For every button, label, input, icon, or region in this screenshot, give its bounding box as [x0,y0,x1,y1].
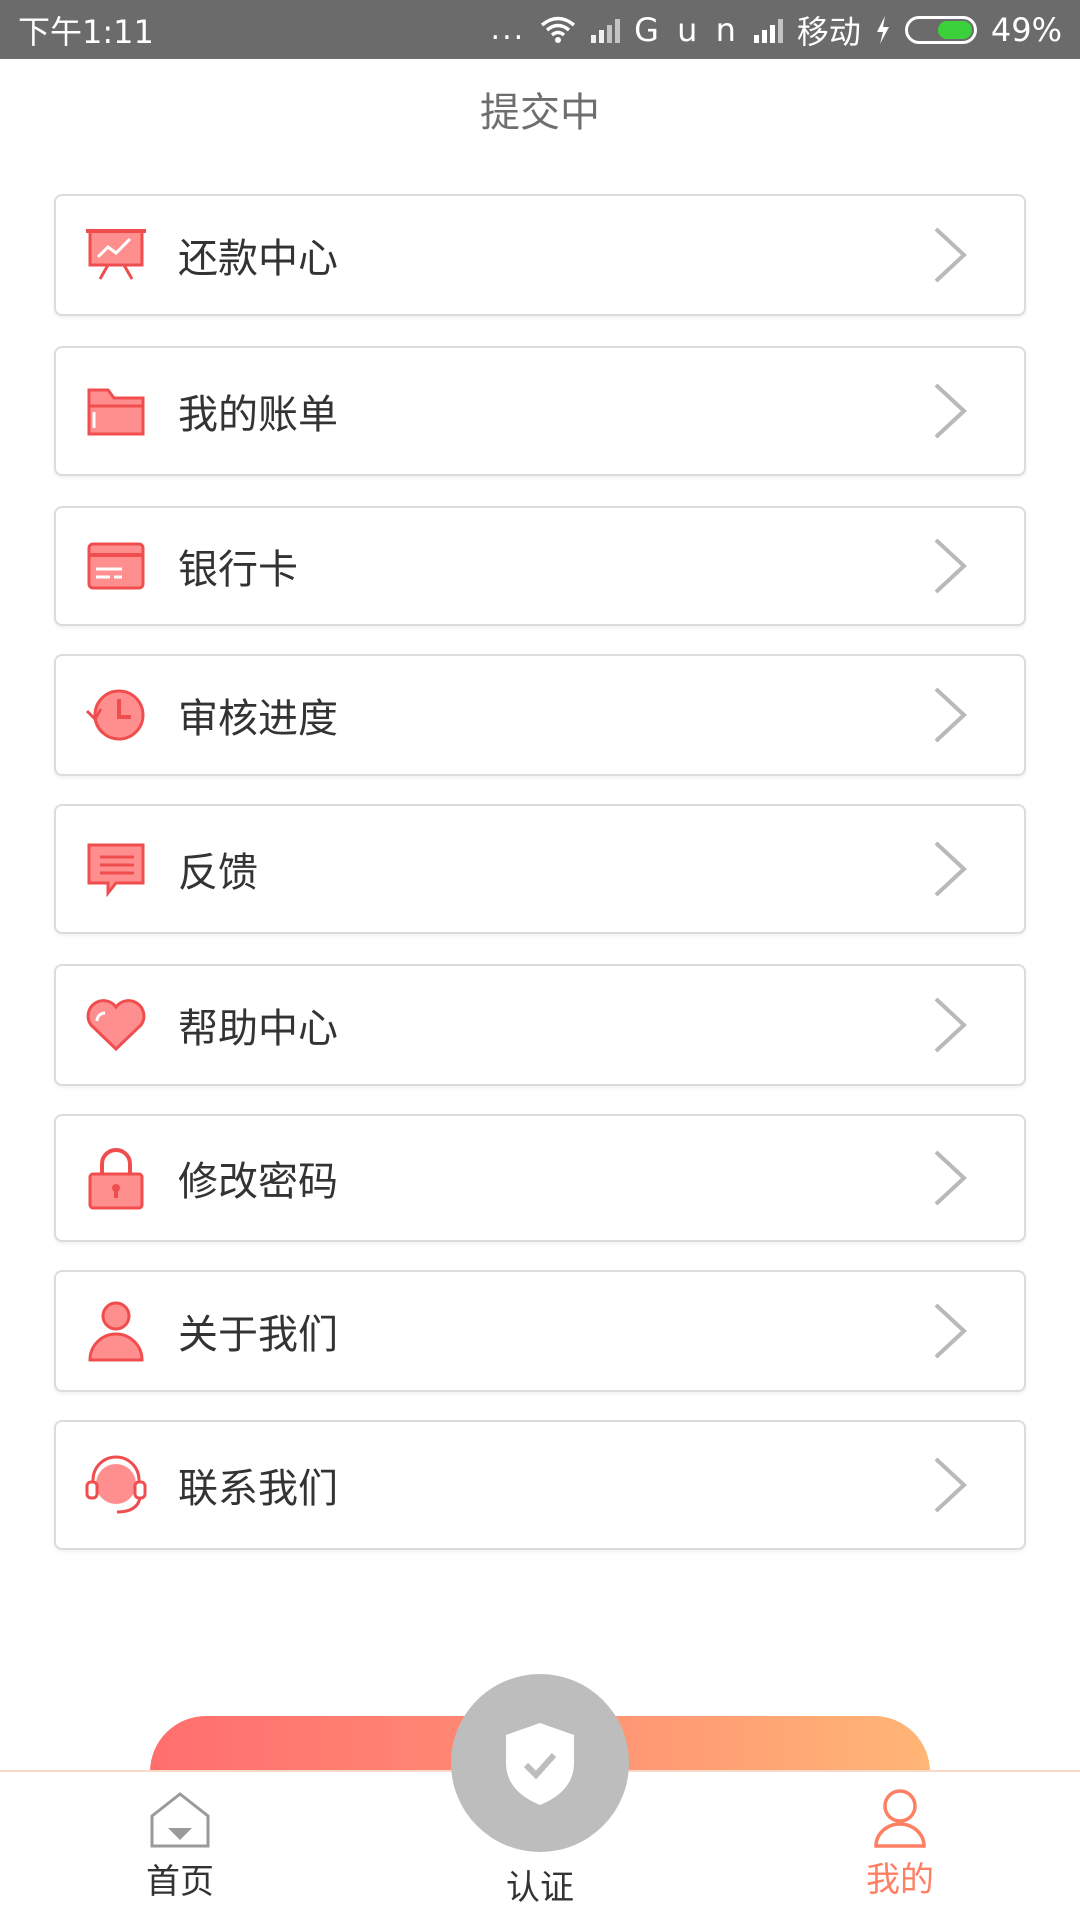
chevron-right-icon [934,227,967,283]
menu-item-label: 帮助中心 [178,1006,338,1052]
menu-item-label: 银行卡 [178,547,298,593]
menu-item-bank-card[interactable]: 银行卡 [54,506,1026,626]
lock-icon [84,1146,148,1210]
menu-item-my-bills[interactable]: 我的账单 [54,346,1026,476]
signal-icon-2 [753,17,783,43]
tab-label: 我的 [866,1860,934,1900]
network-type: G u n [634,10,740,49]
menu-item-about-us[interactable]: 关于我们 [54,1270,1026,1392]
presentation-chart-icon [84,223,148,287]
chevron-right-icon [934,1150,967,1206]
menu-item-feedback[interactable]: 反馈 [54,804,1026,934]
shield-check-icon [506,1723,574,1805]
menu-item-contact-us[interactable]: 联系我们 [54,1420,1026,1550]
heart-icon [84,993,148,1057]
verify-center-button[interactable] [451,1674,629,1852]
menu-item-repayment-center[interactable]: 还款中心 [54,194,1026,316]
wifi-icon [541,16,576,43]
menu-item-label: 修改密码 [178,1159,338,1205]
carrier-name: 移动 [796,12,861,51]
menu-item-label: 关于我们 [178,1312,338,1358]
headset-icon [84,1453,148,1517]
tab-label: 认证 [506,1868,574,1908]
home-icon [150,1792,210,1848]
user-icon [84,1299,148,1363]
chevron-right-icon [934,383,967,439]
menu-item-label: 还款中心 [178,236,338,282]
chevron-right-icon [934,1457,967,1513]
tab-label: 首页 [146,1862,214,1902]
chevron-right-icon [934,1303,967,1359]
chevron-right-icon [934,997,967,1053]
menu-item-help-center[interactable]: 帮助中心 [54,964,1026,1086]
chevron-right-icon [934,687,967,743]
menu-item-review-progress[interactable]: 审核进度 [54,654,1026,776]
tab-home[interactable]: 首页 [100,1772,260,1920]
status-bar: 下午1:11 ... G u n 移动 49% [0,0,1080,59]
menu-item-label: 反馈 [178,850,258,896]
chevron-right-icon [934,538,967,594]
chat-message-icon [84,837,148,901]
status-indicators: ... G u n 移动 49% [491,7,1062,53]
folder-icon [84,379,148,443]
menu-item-change-password[interactable]: 修改密码 [54,1114,1026,1242]
signal-icon-1 [591,17,621,43]
page-title: 提交中 [480,90,600,136]
user-icon [874,1789,926,1848]
battery-percent: 49% [990,10,1062,49]
more-dots-icon: ... [490,12,526,47]
battery-icon [904,15,977,44]
charging-bolt-icon [876,15,889,44]
menu-item-label: 我的账单 [178,392,338,438]
credit-card-icon [84,534,148,598]
chevron-right-icon [934,841,967,897]
clock-history-icon [84,683,148,747]
tab-mine[interactable]: 我的 [820,1772,980,1920]
menu-item-label: 联系我们 [178,1466,338,1512]
menu-item-label: 审核进度 [178,696,338,742]
status-time: 下午1:11 [18,12,154,51]
